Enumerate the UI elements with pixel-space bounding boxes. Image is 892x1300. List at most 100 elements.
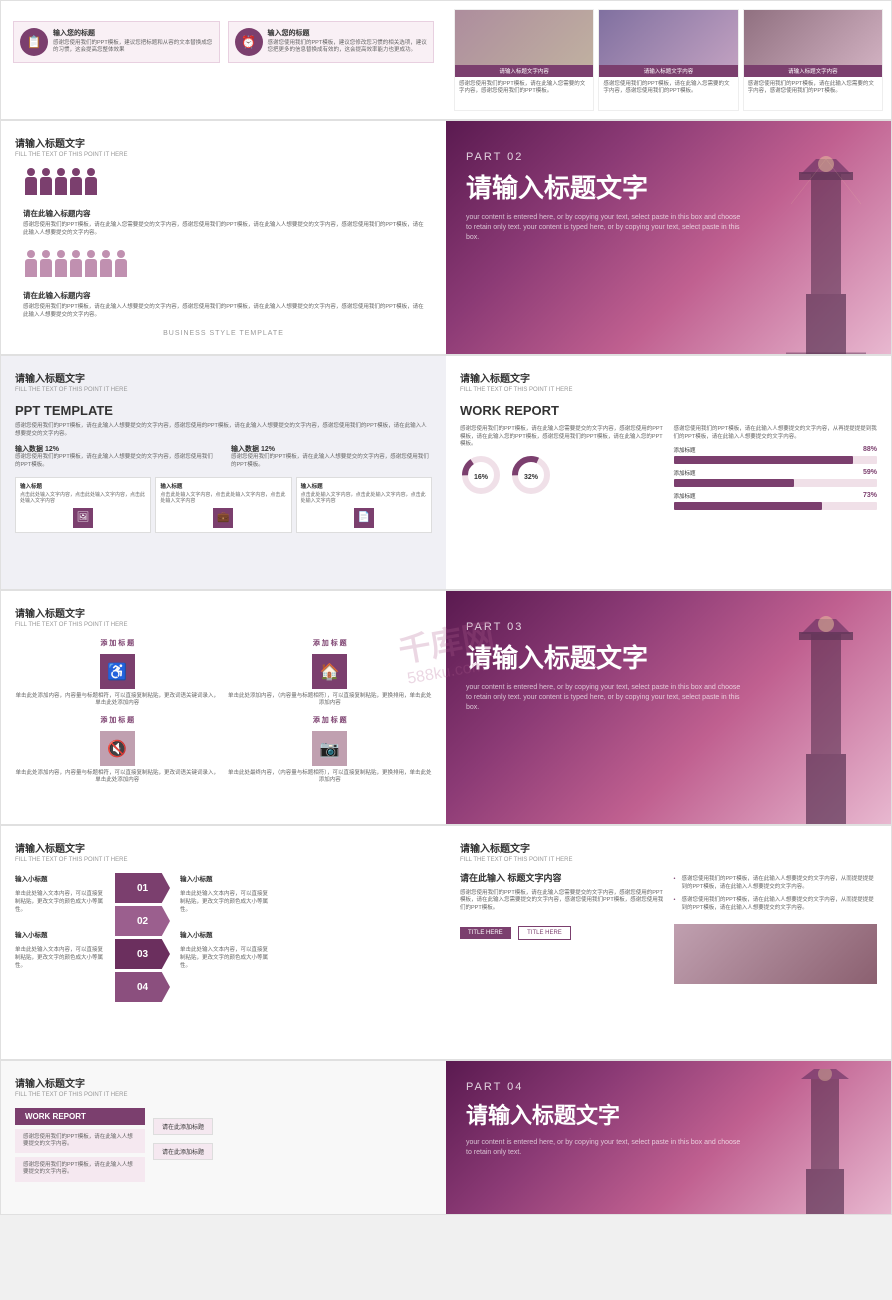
rside-desc-1: 单击此处输入文本内容，可以直接复制粘贴，更改文字的颜色成大小等属性。 xyxy=(180,889,270,913)
ig-icon-1: ♿ xyxy=(100,654,135,689)
head-11 xyxy=(102,250,110,258)
side-desc-2: 单击此处输入文本内容，可以直接复制粘贴，更改文字的颜色成大小等属性。 xyxy=(15,945,105,969)
wr-main-title: WORK REPORT xyxy=(460,403,877,418)
body-5 xyxy=(85,177,97,195)
part-desc-2r: your content is entered here, or by copy… xyxy=(466,213,746,242)
mini-card-2: 输入标题 点击此处输入文字内容，点击此处输入文字内容，点击此处输入文字内容 💼 xyxy=(155,477,291,533)
part-label-6r: PART 04 xyxy=(466,1081,871,1093)
person-3 xyxy=(55,168,67,195)
pointer-label-2: 请在此添加标题 xyxy=(153,1143,213,1160)
row5r-right: 感谢您使用我们的PPT模板，请在此输入人想要提交的文字内容，从而提提提提到的PP… xyxy=(674,873,878,984)
bar-label-1: 添加标题 xyxy=(674,446,696,454)
bar-header-3: 添加标题 73% xyxy=(674,492,878,500)
mc-icon-1: 🖼 xyxy=(73,508,93,528)
icon-desc-2: 感谢您使用我们的PPT模板，建议您修改您习惯的相关选项，建议您把更多的信息替换成… xyxy=(268,40,428,54)
arrows-section: 输入小标题 单击此处输入文本内容，可以直接复制粘贴，更改文字的颜色成大小等属性。… xyxy=(15,873,432,1002)
row6l-content: WORK REPORT 感谢您使用我们的PPT模板，请在此输入人想要提交的文字内… xyxy=(15,1108,432,1182)
head-8 xyxy=(57,250,65,258)
icon-grid: 添 加 标 题 ♿ 单击此处添加内容，内容量与标题相符，可以直接复制粘贴，更改词… xyxy=(15,638,432,785)
pie-container: 16% 32% xyxy=(460,454,664,496)
icon-box-1: 📋 输入您的标题 感谢您使用我们的PPT模板，建议您把标题和从容的文本替换成您的… xyxy=(13,21,220,63)
img-card-1: 请输入标题文字内容 感谢您使用我们的PPT模板，请在此输入您需要的文字内容，感谢… xyxy=(454,9,594,111)
title-btn-1[interactable]: TITLE HERE xyxy=(460,927,511,939)
img-inner-2 xyxy=(599,10,737,65)
bar-val-1: 88% xyxy=(863,446,877,454)
bar-val-2: 59% xyxy=(863,469,877,477)
ig-item-3: 添 加 标 题 🔇 单击此处添加内容，内容量与标题相符，可以直接复制粘贴，更改词… xyxy=(15,715,220,784)
part-desc-4r: your content is entered here, or by copy… xyxy=(466,683,746,712)
r5r-buttons: TITLE HERE TITLE HERE xyxy=(460,921,664,940)
mc-icon-2: 💼 xyxy=(213,508,233,528)
bar-val-3: 73% xyxy=(863,492,877,500)
person-8 xyxy=(55,250,67,277)
slide-subtitle-5l: FILL THE TEXT OF THIS POINT IT HERE xyxy=(15,857,432,863)
person-5 xyxy=(85,168,97,195)
wr-left-text: 感谢您使用我们的PPT模板，请在此输入您需要提交的文字内容，感谢您使用的PPT模… xyxy=(460,426,664,449)
arrows-col: 01 02 03 04 xyxy=(115,873,170,1002)
people-row-2 xyxy=(15,250,432,277)
slide-row2-left: 请输入标题文字 FILL THE TEXT OF THIS POINT IT H… xyxy=(0,120,446,355)
work-report-tag: WORK REPORT xyxy=(15,1108,145,1125)
body-4 xyxy=(70,177,82,195)
wr-left-col: 感谢您使用我们的PPT模板，请在此输入您需要提交的文字内容，感谢您使用的PPT模… xyxy=(460,426,664,515)
body-10 xyxy=(85,259,97,277)
pointer-label-1: 请在此添加标题 xyxy=(153,1118,213,1135)
body-11 xyxy=(100,259,112,277)
body-3 xyxy=(55,177,67,195)
data-rows: 输入数据 12% 感谢您使用我们的PPT模板，请在此输入人想要提交的文字内容，感… xyxy=(15,444,432,468)
row5r-left: 请在此输入 标题文字内容 感谢您使用我们的PPT模板，请在此输入您需要提交的文字… xyxy=(460,873,664,984)
data-label-1: 输入数据 12% xyxy=(15,444,216,454)
icon-title-1: 输入您的标题 xyxy=(53,28,213,38)
ig-item-2: 添 加 标 题 🏠 单击此处添加内容，（内容量与标题相符），可以直接复制粘贴，更… xyxy=(228,638,433,707)
data-block-2: 输入数据 12% 感谢您使用我们的PPT模板，请在此输入人想要提交的文字内容，感… xyxy=(231,444,432,468)
head-7 xyxy=(42,250,50,258)
ig-icon-2: 🏠 xyxy=(312,654,347,689)
head-9 xyxy=(72,250,80,258)
slide-row6-right: PART 04 请输入标题文字 your content is entered … xyxy=(446,1060,892,1215)
slide-row3-right: 请输入标题文字 FILL THE TEXT OF THIS POINT IT H… xyxy=(446,355,892,590)
title-img xyxy=(674,924,878,984)
slide-title-row3r: 请输入标题文字 FILL THE TEXT OF THIS POINT IT H… xyxy=(460,370,877,393)
slide-row5-right: 请输入标题文字 FILL THE TEXT OF THIS POINT IT H… xyxy=(446,825,892,1060)
img-desc-1: 感谢您使用我们的PPT模板，请在此输入您需要的文字内容，感谢您使用我们的PPT模… xyxy=(455,77,593,110)
img-desc-2: 感谢您使用我们的PPT模板，请在此输入您需要的文字内容，感谢您使用我们的PPT模… xyxy=(599,77,737,110)
head-5 xyxy=(87,168,95,176)
wr-right-text: 感谢您使用我们的PPT模板，请在此输入人想要提交的文字内容，从再提提提提到我们的… xyxy=(674,426,878,441)
person-1 xyxy=(25,168,37,195)
ig-add-3: 添 加 标 题 xyxy=(100,715,134,725)
bar-track-2 xyxy=(674,479,878,487)
icon-box-row: 📋 输入您的标题 感谢您使用我们的PPT模板，建议您把标题和从容的文本替换成您的… xyxy=(13,21,434,63)
row5r-content: 请在此输入 标题文字内容 感谢您使用我们的PPT模板，请在此输入您需要提交的文字… xyxy=(460,873,877,984)
ppt-main-title: PPT TEMPLATE xyxy=(15,403,432,418)
body-12 xyxy=(115,259,127,277)
head-1 xyxy=(27,168,35,176)
rside-title-2: 输入小标题 xyxy=(180,929,270,939)
part-title-6r: 请输入标题文字 xyxy=(466,1098,871,1130)
slide-row2-right: PART 02 请输入标题文字 your content is entered … xyxy=(446,120,892,355)
body-2 xyxy=(40,177,52,195)
slide-title-3l: 请输入标题文字 xyxy=(15,370,432,385)
mc-title-1: 输入标题 xyxy=(20,482,146,490)
slide-title-row2: 请输入标题文字 FILL THE TEXT OF THIS POINT IT H… xyxy=(15,135,432,158)
slide-subtitle-6l: FILL THE TEXT OF THIS POINT IT HERE xyxy=(15,1092,432,1098)
slide-title-5l: 请输入标题文字 xyxy=(15,840,432,855)
bar-header-1: 添加标题 88% xyxy=(674,446,878,454)
slide-title-5r: 请输入标题文字 xyxy=(460,840,877,855)
slide-title-row5r: 请输入标题文字 FILL THE TEXT OF THIS POINT IT H… xyxy=(460,840,877,863)
title-btn-2[interactable]: TITLE HERE xyxy=(518,926,571,940)
bar-2: 添加标题 59% xyxy=(674,469,878,487)
bar-fill-1 xyxy=(674,456,853,464)
slide-title-4l: 请输入标题文字 xyxy=(15,605,432,620)
head-10 xyxy=(87,250,95,258)
mc-text-3: 点击此处输入文字内容，点击此处输入文字内容，点击此处输入文字内容 xyxy=(301,492,427,504)
ig-add-4: 添 加 标 题 xyxy=(313,715,347,725)
bullet-1: 感谢您使用我们的PPT模板，请在此输入人想要提交的文字内容，从而提提提提到的PP… xyxy=(674,873,878,894)
slide-title-6l: 请输入标题文字 xyxy=(15,1075,432,1090)
ppt-intro: 感谢您使用我们的PPT模板，请在此输入人想要提交的文字内容，感谢您使用的PPT模… xyxy=(15,423,432,438)
person-4 xyxy=(70,168,82,195)
ig-desc-2: 单击此处添加内容，（内容量与标题相符），可以直接复制粘贴，更换排用，单击此处添加… xyxy=(228,693,433,707)
mc-text-1: 点击此处输入文字内容，点击此处输入文字内容，点击此处输入文字内容 xyxy=(20,492,146,504)
bar-3: 添加标题 73% xyxy=(674,492,878,510)
slide-row1-right: 请输入标题文字内容 感谢您使用我们的PPT模板，请在此输入您需要的文字内容，感谢… xyxy=(446,0,892,120)
icon-title-2: 输入您的标题 xyxy=(268,28,428,38)
